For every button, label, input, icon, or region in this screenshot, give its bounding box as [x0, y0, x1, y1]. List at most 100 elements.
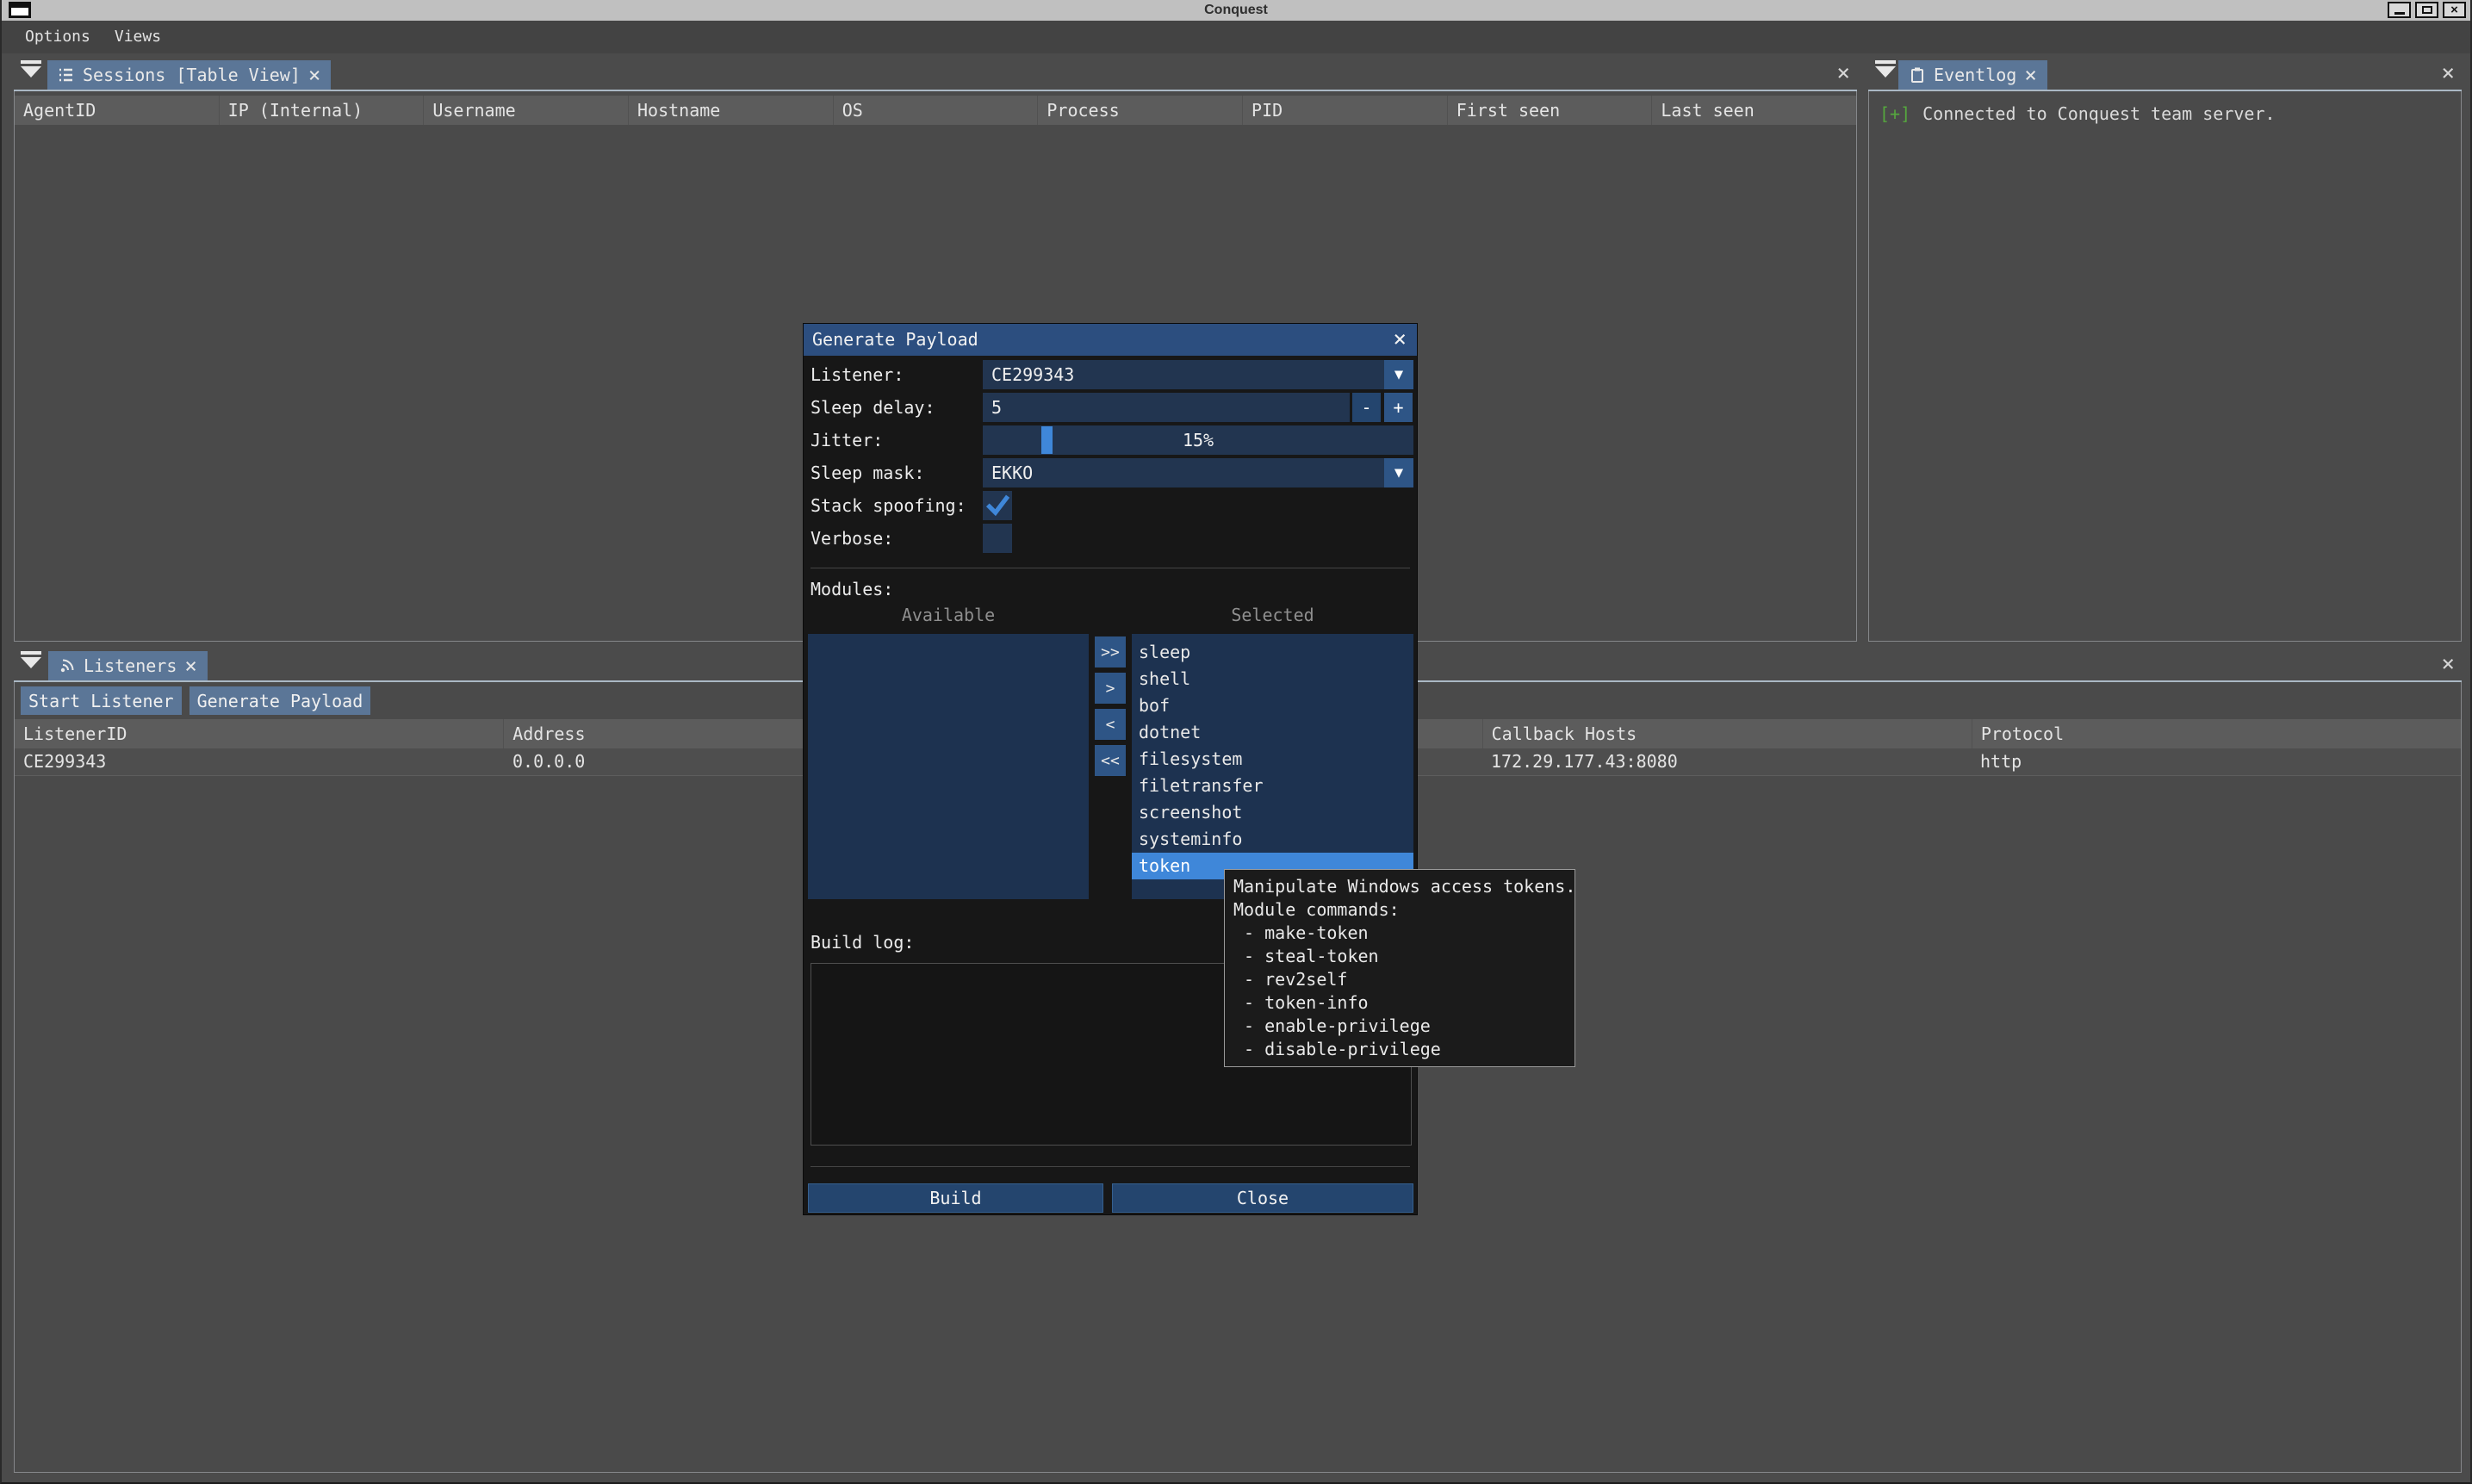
sleep-delay-input[interactable]: 5 [983, 393, 1350, 422]
panel-close-icon[interactable]: × [1836, 62, 1850, 84]
stack-spoofing-checkbox[interactable] [983, 491, 1012, 520]
available-modules-list[interactable] [808, 634, 1089, 899]
panel-close-icon[interactable]: × [2441, 653, 2455, 675]
start-listener-button[interactable]: Start Listener [21, 686, 182, 715]
module-item[interactable]: dotnet [1132, 719, 1413, 746]
sleep-delay-label: Sleep delay: [811, 397, 983, 418]
move-left-button[interactable]: < [1095, 709, 1126, 740]
sessions-column-header[interactable]: Username [424, 96, 629, 125]
module-item[interactable]: bof [1132, 692, 1413, 719]
sleep-mask-selected-value: EKKO [991, 458, 1033, 487]
generate-payload-button[interactable]: Generate Payload [189, 686, 371, 715]
chevron-down-icon[interactable]: ▼ [1384, 360, 1413, 389]
jitter-field-row: Jitter: 15% [811, 425, 1413, 455]
move-all-right-button[interactable]: >> [1095, 636, 1126, 667]
success-prefix: [+] [1879, 103, 1910, 124]
listeners-column-header[interactable]: ListenerID [15, 719, 504, 748]
tooltip-line: - disable-privilege [1233, 1038, 1575, 1061]
listener-select[interactable]: CE299343 ▼ [983, 360, 1413, 389]
listener-cell: CE299343 [15, 748, 504, 775]
tab-close-icon[interactable]: × [2024, 65, 2036, 85]
sessions-column-header[interactable]: OS [834, 96, 1039, 125]
sessions-column-header[interactable]: First seen [1448, 96, 1653, 125]
tab-label: Eventlog [1934, 65, 2016, 85]
sessions-table-header: AgentIDIP (Internal)UsernameHostnameOSPr… [15, 96, 1856, 125]
module-item[interactable]: screenshot [1132, 799, 1413, 826]
module-item[interactable]: sleep [1132, 639, 1413, 666]
sessions-column-header[interactable]: Hostname [629, 96, 834, 125]
panel-close-icon[interactable]: × [2441, 62, 2455, 84]
tooltip-line: - enable-privilege [1233, 1015, 1575, 1038]
module-item[interactable]: shell [1132, 666, 1413, 692]
menu-item-options[interactable]: Options [13, 21, 102, 53]
tab-close-icon[interactable]: × [184, 655, 196, 676]
sessions-tab-bar: Sessions [Table View] × × [14, 53, 1857, 90]
sleep-delay-field-row: Sleep delay: 5 - + [811, 393, 1413, 422]
table-view-icon [58, 66, 75, 84]
tab-sessions[interactable]: Sessions [Table View] × [47, 60, 331, 90]
divider [811, 1166, 1410, 1167]
build-log-label: Build log: [811, 932, 914, 953]
tab-listeners[interactable]: Listeners × [48, 651, 208, 680]
move-all-left-button[interactable]: << [1095, 745, 1126, 776]
increment-button[interactable]: + [1384, 393, 1413, 422]
dock-collapse-icon[interactable] [21, 651, 41, 668]
sessions-column-header[interactable]: AgentID [15, 96, 220, 125]
dialog-title: Generate Payload [812, 324, 978, 356]
window-title: Conquest [2, 0, 2470, 21]
listeners-column-header[interactable]: Protocol [1972, 719, 2461, 748]
menu-item-views[interactable]: Views [102, 21, 173, 53]
module-tooltip: Manipulate Windows access tokens.Module … [1224, 869, 1575, 1067]
jitter-slider[interactable]: 15% [983, 425, 1413, 455]
application-window: Conquest × Options Views Sessions [Table… [0, 0, 2472, 1484]
build-button[interactable]: Build [808, 1183, 1103, 1213]
tooltip-line: - steal-token [1233, 945, 1575, 968]
maximize-button[interactable] [2415, 2, 2438, 18]
listener-label: Listener: [811, 364, 983, 385]
window-titlebar: Conquest × [2, 0, 2470, 21]
dialog-titlebar: Generate Payload × [804, 324, 1417, 356]
listener-cell: http [1972, 748, 2461, 775]
verbose-checkbox[interactable] [983, 524, 1012, 553]
available-label: Available [808, 605, 1089, 625]
chevron-down-icon[interactable]: ▼ [1384, 458, 1413, 487]
tab-label: Listeners [84, 655, 177, 676]
selected-modules-list[interactable]: sleepshellbofdotnetfilesystemfiletransfe… [1132, 634, 1413, 899]
dock-collapse-icon[interactable] [21, 60, 41, 78]
decrement-button[interactable]: - [1352, 393, 1381, 422]
sessions-column-header[interactable]: Last seen [1652, 96, 1856, 125]
listener-selected-value: CE299343 [991, 360, 1074, 389]
tab-eventlog[interactable]: Eventlog × [1898, 60, 2047, 90]
close-button[interactable]: × [2443, 2, 2466, 18]
module-transfer-buttons: >> > < << [1095, 636, 1126, 776]
dialog-close-button[interactable]: Close [1112, 1183, 1413, 1213]
minimize-button[interactable] [2388, 2, 2411, 18]
eventlog-tab-bar: Eventlog × × [1868, 53, 2462, 90]
stack-spoofing-field-row: Stack spoofing: [811, 491, 1413, 520]
checkmark-icon [985, 494, 1009, 518]
eventlog-content: [+] Connected to Conquest team server. [1868, 91, 2462, 642]
tooltip-line: - token-info [1233, 991, 1575, 1015]
eventlog-message: Connected to Conquest team server. [1922, 103, 2275, 124]
sessions-column-header[interactable]: PID [1243, 96, 1448, 125]
tooltip-line: Manipulate Windows access tokens. [1233, 875, 1575, 898]
move-right-button[interactable]: > [1095, 673, 1126, 704]
module-item[interactable]: systeminfo [1132, 826, 1413, 853]
minimize-icon [2394, 12, 2405, 15]
menu-bar: Options Views [2, 21, 2470, 53]
sleep-mask-label: Sleep mask: [811, 463, 983, 483]
selected-label: Selected [1132, 605, 1413, 625]
listeners-column-header[interactable]: Callback Hosts [1483, 719, 1972, 748]
sessions-column-header[interactable]: IP (Internal) [220, 96, 425, 125]
antenna-icon [59, 657, 76, 674]
sessions-column-header[interactable]: Process [1038, 96, 1243, 125]
tab-close-icon[interactable]: × [308, 65, 320, 85]
sleep-mask-select[interactable]: EKKO ▼ [983, 458, 1413, 487]
dialog-close-icon[interactable]: × [1393, 324, 1407, 356]
maximize-icon [2422, 6, 2432, 14]
module-item[interactable]: filetransfer [1132, 773, 1413, 799]
module-item[interactable]: filesystem [1132, 746, 1413, 773]
dock-collapse-icon[interactable] [1875, 60, 1896, 78]
eventlog-panel: Eventlog × × [+] Connected to Conquest te… [1868, 53, 2462, 642]
tooltip-line: - rev2self [1233, 968, 1575, 991]
